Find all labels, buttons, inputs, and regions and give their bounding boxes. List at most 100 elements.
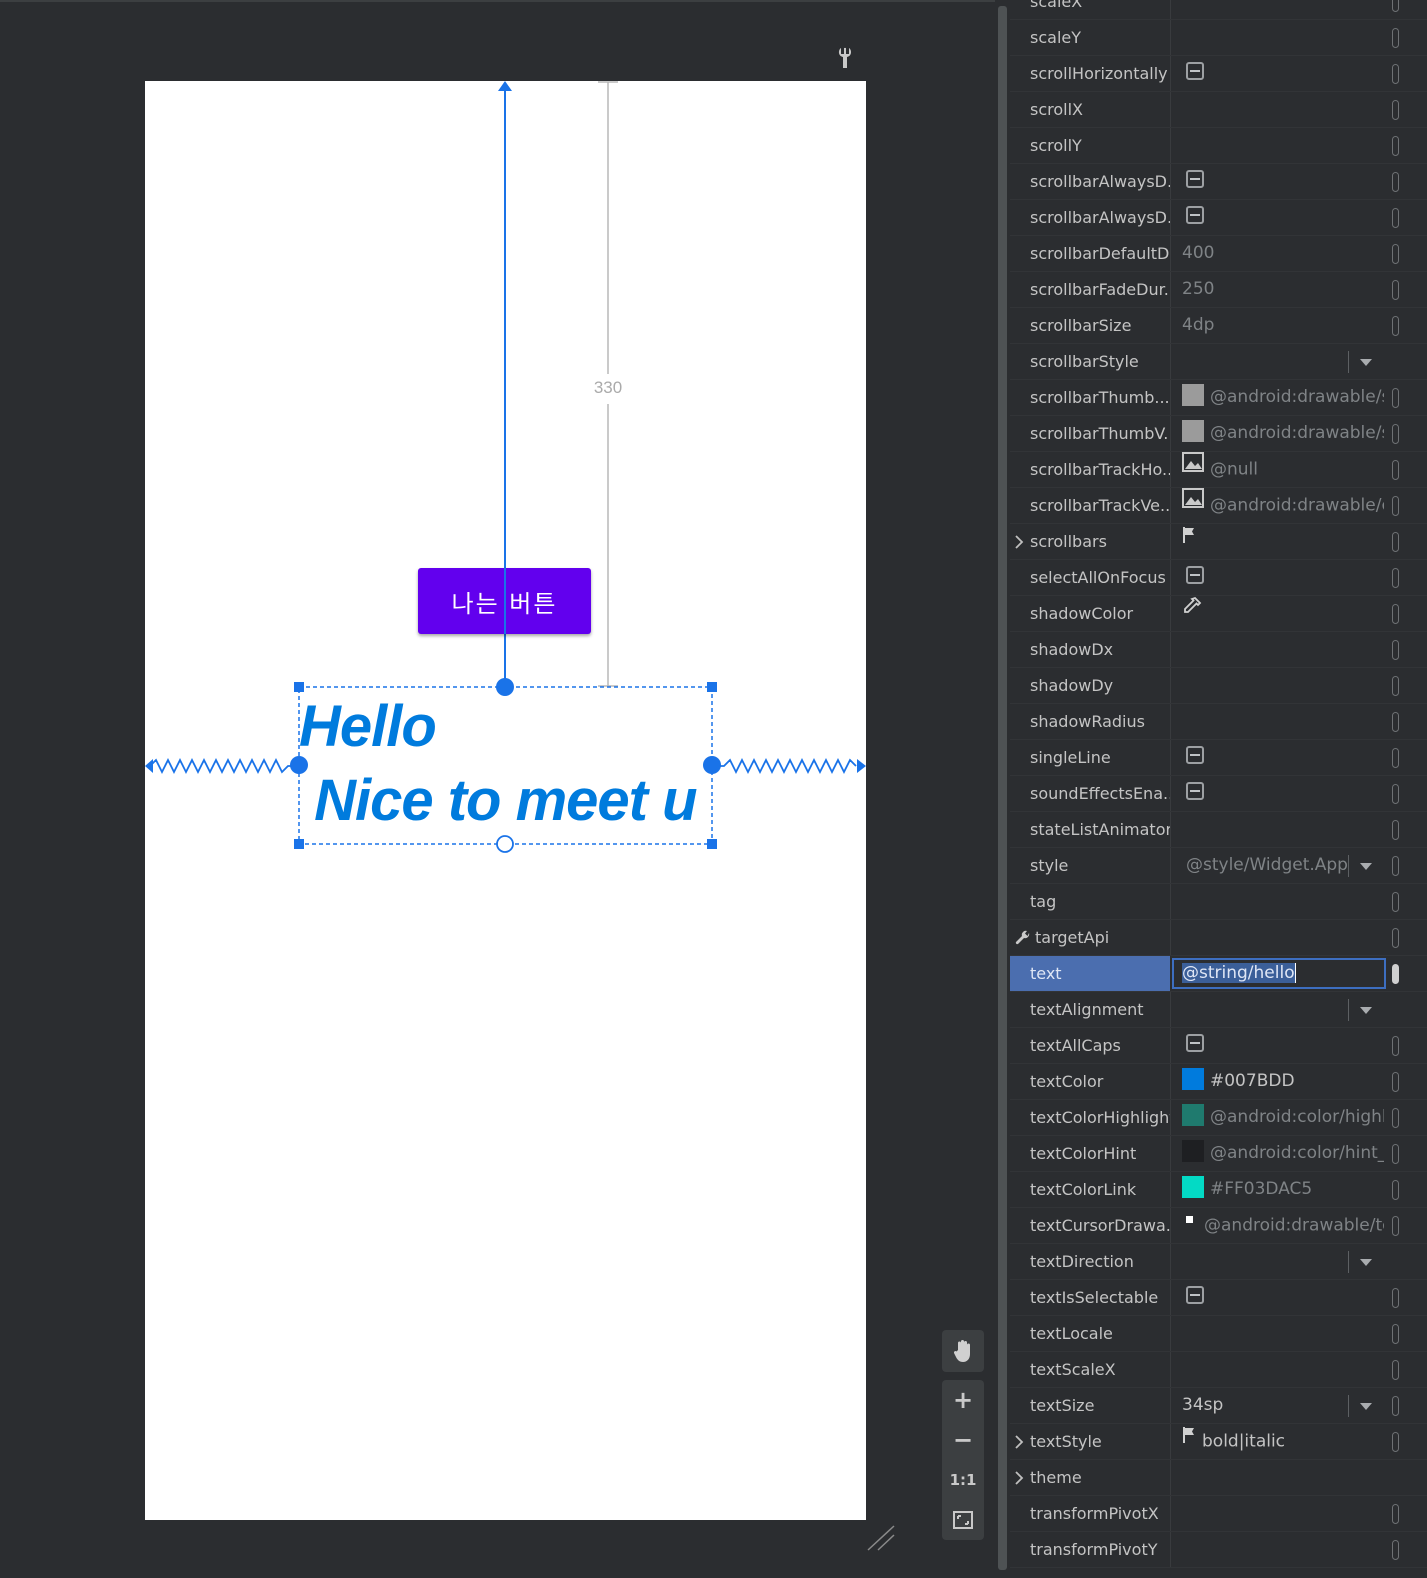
attribute-row[interactable]: textColorHighlight @android:color/highli xyxy=(1010,1100,1427,1136)
attribute-row[interactable]: scrollbarThumbV... @android:drawable/sc xyxy=(1010,416,1427,452)
resource-picker-handle[interactable] xyxy=(1392,100,1399,120)
chevron-right-icon[interactable] xyxy=(1014,534,1024,549)
attribute-row[interactable]: shadowRadius xyxy=(1010,704,1427,740)
column-separator[interactable] xyxy=(1170,344,1171,379)
resource-picker-handle[interactable] xyxy=(1392,892,1399,912)
attribute-row[interactable]: textIsSelectable xyxy=(1010,1280,1427,1316)
resize-handle-icon[interactable] xyxy=(866,1522,896,1552)
column-separator[interactable] xyxy=(1170,596,1171,631)
resource-picker-handle[interactable] xyxy=(1392,1540,1399,1560)
column-separator[interactable] xyxy=(1170,200,1171,235)
attribute-value[interactable] xyxy=(1182,560,1384,595)
attribute-row[interactable]: stateListAnimator xyxy=(1010,812,1427,848)
wrench-icon[interactable] xyxy=(836,46,854,70)
attribute-value[interactable] xyxy=(1182,0,1384,19)
column-separator[interactable] xyxy=(1170,56,1171,91)
attribute-row[interactable]: scrollbars xyxy=(1010,524,1427,560)
attribute-value[interactable] xyxy=(1182,164,1384,199)
column-separator[interactable] xyxy=(1170,1136,1171,1171)
column-separator[interactable] xyxy=(1170,128,1171,163)
column-separator[interactable] xyxy=(1170,1316,1171,1351)
attribute-value[interactable]: #FF03DAC5 xyxy=(1182,1172,1384,1207)
resource-picker-handle[interactable] xyxy=(1392,1036,1399,1056)
column-separator[interactable] xyxy=(1170,1244,1171,1279)
attribute-row[interactable]: textAllCaps xyxy=(1010,1028,1427,1064)
attribute-value[interactable] xyxy=(1182,92,1384,127)
column-separator[interactable] xyxy=(1170,848,1171,883)
zoom-out-button[interactable]: − xyxy=(942,1420,984,1460)
column-separator[interactable] xyxy=(1170,524,1171,559)
column-separator[interactable] xyxy=(1170,704,1171,739)
column-separator[interactable] xyxy=(1170,668,1171,703)
resource-picker-handle[interactable] xyxy=(1392,136,1399,156)
resource-picker-handle[interactable] xyxy=(1392,64,1399,84)
indeterminate-checkbox[interactable] xyxy=(1186,170,1204,188)
attribute-value[interactable] xyxy=(1182,1028,1384,1063)
attribute-value[interactable]: #007BDD xyxy=(1182,1064,1384,1099)
resource-picker-handle[interactable] xyxy=(1392,172,1399,192)
zoom-in-button[interactable]: + xyxy=(942,1380,984,1420)
attribute-row[interactable]: targetApi xyxy=(1010,920,1427,956)
attribute-value[interactable] xyxy=(1182,632,1384,667)
resource-picker-handle[interactable] xyxy=(1392,1072,1399,1092)
attribute-row[interactable]: text @string/hello xyxy=(1010,956,1427,992)
resource-picker-handle[interactable] xyxy=(1392,1180,1399,1200)
layout-design-surface[interactable]: 330 나는 버튼 Hello Nice to meet u + − 1:1 xyxy=(0,0,995,1576)
color-swatch[interactable] xyxy=(1182,384,1204,406)
attribute-value-editor[interactable]: @string/hello xyxy=(1172,958,1386,989)
attribute-value[interactable] xyxy=(1182,1352,1384,1387)
attribute-row[interactable]: scrollbarThumb... @android:drawable/sc xyxy=(1010,380,1427,416)
indeterminate-checkbox[interactable] xyxy=(1186,1034,1204,1052)
resource-picker-handle[interactable] xyxy=(1392,1360,1399,1380)
resource-picker-handle[interactable] xyxy=(1392,928,1399,948)
attribute-row[interactable]: textLocale xyxy=(1010,1316,1427,1352)
attribute-row[interactable]: transformPivotY xyxy=(1010,1532,1427,1568)
column-separator[interactable] xyxy=(1170,0,1171,19)
chevron-right-icon[interactable] xyxy=(1014,1434,1024,1449)
column-separator[interactable] xyxy=(1170,92,1171,127)
column-separator[interactable] xyxy=(1170,1460,1171,1495)
attribute-row[interactable]: textSize 34sp xyxy=(1010,1388,1427,1424)
color-swatch[interactable] xyxy=(1182,1140,1204,1162)
column-separator[interactable] xyxy=(1170,236,1171,271)
column-separator[interactable] xyxy=(1170,1100,1171,1135)
resource-picker-handle[interactable] xyxy=(1392,1324,1399,1344)
selected-textview[interactable]: Hello Nice to meet u xyxy=(299,690,711,842)
indeterminate-checkbox[interactable] xyxy=(1186,62,1204,80)
attribute-row[interactable]: scrollbarFadeDur... 250 xyxy=(1010,272,1427,308)
column-separator[interactable] xyxy=(1170,1388,1171,1423)
column-separator[interactable] xyxy=(1170,308,1171,343)
attribute-value[interactable] xyxy=(1182,740,1384,775)
column-separator[interactable] xyxy=(1170,452,1171,487)
attribute-value[interactable] xyxy=(1182,1460,1384,1495)
column-separator[interactable] xyxy=(1170,380,1171,415)
indeterminate-checkbox[interactable] xyxy=(1186,206,1204,224)
attribute-row[interactable]: style @style/Widget.App xyxy=(1010,848,1427,884)
attribute-value[interactable] xyxy=(1182,524,1384,559)
column-separator[interactable] xyxy=(1170,1064,1171,1099)
resource-picker-handle[interactable] xyxy=(1392,532,1399,552)
attribute-row[interactable]: scrollbarDefaultD... 400 xyxy=(1010,236,1427,272)
attribute-value[interactable] xyxy=(1182,1532,1384,1567)
attribute-row[interactable]: scrollX xyxy=(1010,92,1427,128)
attribute-value[interactable] xyxy=(1182,668,1384,703)
dropdown-arrow-icon[interactable] xyxy=(1348,351,1383,373)
attribute-row[interactable]: scrollbarSize 4dp xyxy=(1010,308,1427,344)
attribute-row[interactable]: singleLine xyxy=(1010,740,1427,776)
attribute-value[interactable] xyxy=(1182,812,1384,847)
actual-size-button[interactable]: 1:1 xyxy=(942,1460,984,1500)
attribute-row[interactable]: scrollbarAlwaysD... xyxy=(1010,164,1427,200)
column-separator[interactable] xyxy=(1170,776,1171,811)
resource-picker-handle[interactable] xyxy=(1392,208,1399,228)
column-separator[interactable] xyxy=(1170,1208,1171,1243)
attribute-row[interactable]: textColorHint @android:color/hint_f xyxy=(1010,1136,1427,1172)
column-separator[interactable] xyxy=(1170,20,1171,55)
resource-picker-handle[interactable] xyxy=(1392,0,1399,12)
resource-picker-handle[interactable] xyxy=(1392,1288,1399,1308)
resource-picker-handle[interactable] xyxy=(1392,316,1399,336)
resource-picker-handle[interactable] xyxy=(1392,244,1399,264)
attribute-value[interactable] xyxy=(1182,20,1384,55)
attribute-value[interactable]: @android:drawable/sc xyxy=(1182,380,1384,415)
dropdown-arrow-icon[interactable] xyxy=(1348,1251,1383,1273)
resource-picker-handle[interactable] xyxy=(1392,1216,1399,1236)
